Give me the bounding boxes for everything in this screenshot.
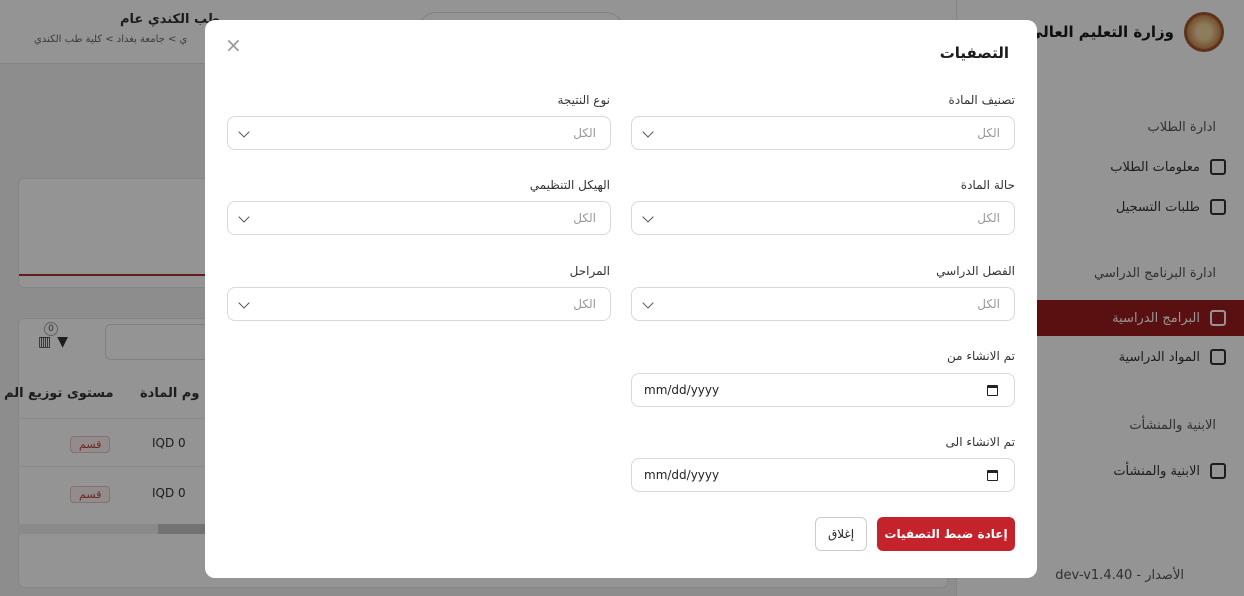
select-value: الكل (977, 211, 1000, 225)
date-value: mm/dd/yyyy (644, 383, 720, 397)
stages-select[interactable]: الكل (227, 287, 611, 321)
created-from-date-input[interactable]: mm/dd/yyyy (631, 373, 1015, 407)
semester-select[interactable]: الكل (631, 287, 1015, 321)
semester-label: الفصل الدراسي (936, 264, 1015, 278)
org-structure-label: الهيكل التنظيمي (529, 178, 610, 192)
created-from-label: تم الانشاء من (946, 349, 1015, 363)
result-type-select[interactable]: الكل (227, 116, 611, 150)
result-type-label: نوع النتيجة (557, 93, 610, 107)
close-icon[interactable]: × (225, 35, 242, 55)
chevron-down-icon (642, 297, 654, 309)
chevron-down-icon (642, 211, 654, 223)
created-to-date-input[interactable]: mm/dd/yyyy (631, 458, 1015, 492)
subject-category-select[interactable]: الكل (631, 116, 1015, 150)
stages-label: المراحل (569, 264, 610, 278)
calendar-icon[interactable] (987, 385, 998, 396)
reset-filters-button[interactable]: إعادة ضبط التصفيات (877, 517, 1015, 551)
select-value: الكل (573, 297, 596, 311)
chevron-down-icon (238, 211, 250, 223)
org-structure-select[interactable]: الكل (227, 201, 611, 235)
select-value: الكل (977, 297, 1000, 311)
dialog-title: التصفيات (939, 44, 1009, 62)
close-button[interactable]: إغلاق (815, 517, 867, 551)
chevron-down-icon (238, 297, 250, 309)
subject-status-select[interactable]: الكل (631, 201, 1015, 235)
date-value: mm/dd/yyyy (644, 468, 720, 482)
select-value: الكل (977, 126, 1000, 140)
select-value: الكل (573, 126, 596, 140)
filters-dialog: التصفيات × تصنيف المادة الكل نوع النتيجة… (205, 20, 1037, 578)
subject-status-label: حالة المادة (960, 178, 1015, 192)
chevron-down-icon (642, 126, 654, 138)
chevron-down-icon (238, 126, 250, 138)
subject-category-label: تصنيف المادة (948, 93, 1015, 107)
created-to-label: تم الانشاء الى (945, 435, 1015, 449)
select-value: الكل (573, 211, 596, 225)
calendar-icon[interactable] (987, 470, 998, 481)
